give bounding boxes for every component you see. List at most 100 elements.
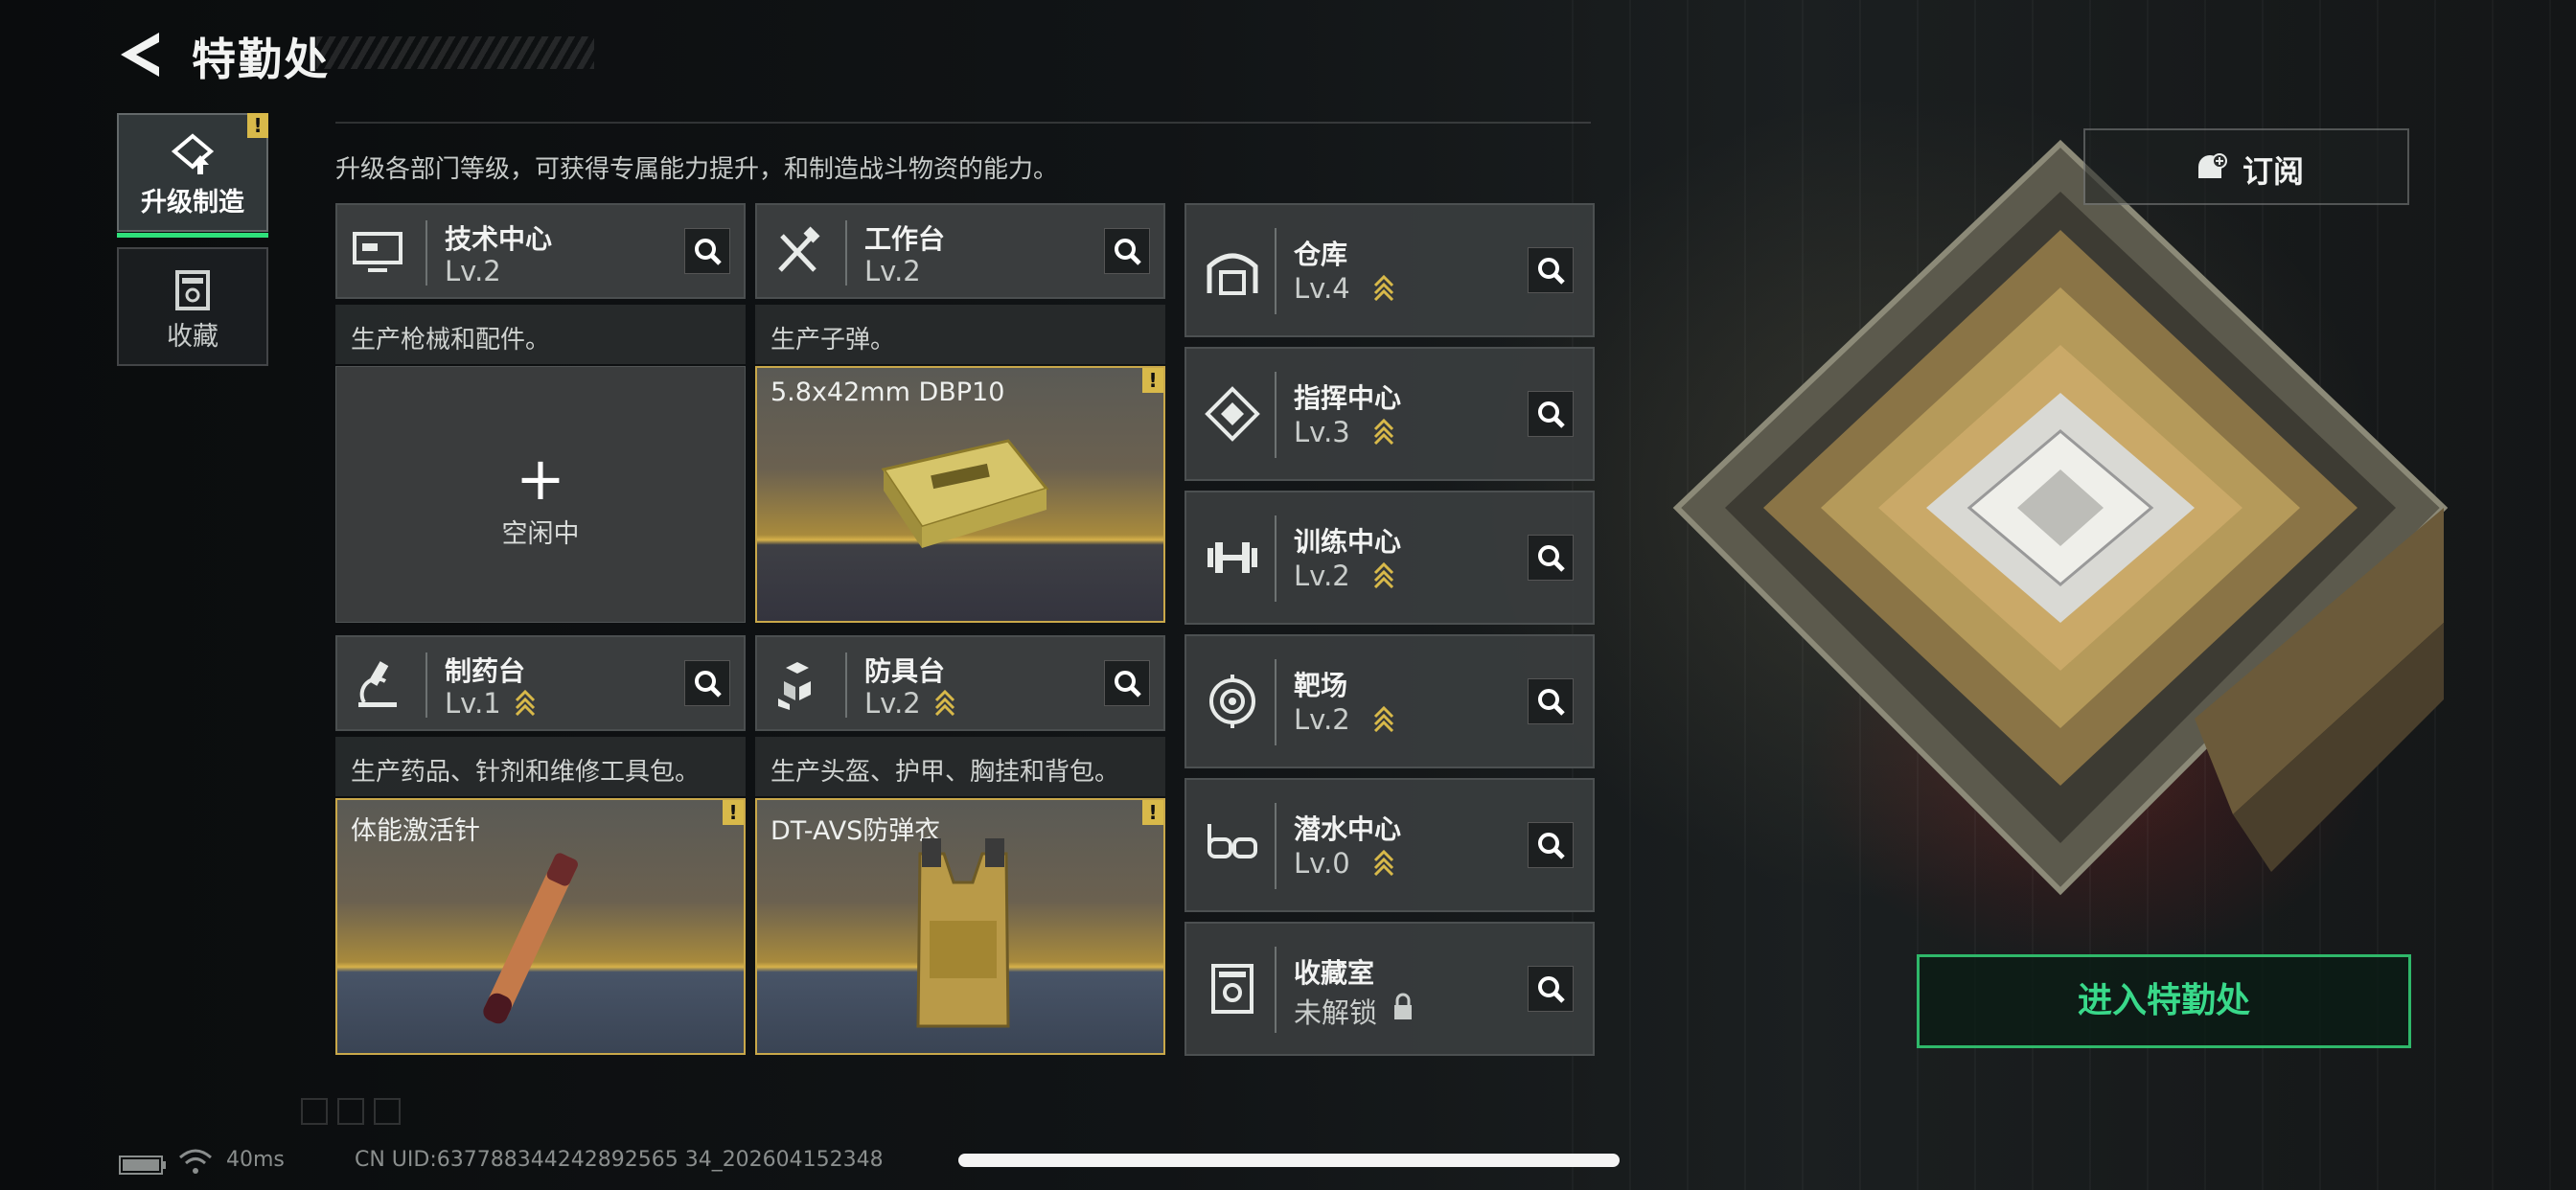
workshop-name: 制药台 [445,655,526,687]
cubes-icon [778,662,811,710]
subscribe-bell-icon [2198,153,2227,178]
facility-level: Lv.0 [1294,847,1350,880]
workshop-level: Lv.2 [445,255,501,287]
add-icon: + [516,444,565,514]
alert-badge: ! [723,800,744,825]
inspect-button[interactable] [1528,678,1574,724]
workshop-level: Lv.2 [864,255,921,287]
title-decoration [316,36,594,69]
inspect-button[interactable] [684,660,730,706]
divider [426,652,427,718]
workshop-level: Lv.1 [445,687,501,720]
user-id: CN UID:637788344242892565 34_20260415234… [355,1148,884,1172]
workshop-description: 生产头盔、护甲、胸挂和背包。 [755,737,1165,796]
craft-slot-active[interactable]: 体能激活针 ! [335,798,746,1055]
workshop-pharmacy[interactable]: 制药台 Lv.1 [335,635,746,731]
search-icon [1115,671,1141,698]
computer-icon [353,232,402,272]
wifi-icon [179,1149,212,1174]
inspect-button[interactable] [1528,822,1574,868]
facility-name: 训练中心 [1294,526,1402,558]
divider [426,220,427,286]
page-description: 升级各部门等级，可获得专属能力提升，和制造战斗物资的能力。 [335,155,1059,184]
divider [1275,947,1276,1033]
facility-level: Lv.3 [1294,416,1350,448]
search-icon [1538,833,1565,859]
search-icon [1538,976,1565,1003]
facility-command-center[interactable]: 指挥中心 Lv.3 [1184,347,1595,481]
facility-name: 收藏室 [1294,957,1375,989]
ping-readout: 40ms [226,1148,285,1172]
search-icon [1538,258,1565,285]
divider [1275,372,1276,458]
alert-badge: ! [247,113,268,138]
target-icon [1209,675,1255,728]
search-icon [1538,689,1565,716]
home-indicator[interactable] [958,1154,1620,1167]
upgrade-chevron-icon [1373,274,1394,301]
page-title: 特勤处 [192,34,330,85]
enter-special-ops-button[interactable]: 进入特勤处 [1917,954,2411,1048]
divider [1275,228,1276,314]
back-arrow-icon [121,33,159,77]
facility-name: 指挥中心 [1294,382,1402,414]
divider [335,122,1591,124]
search-icon [695,671,722,698]
divider [1275,803,1276,889]
workshop-name: 技术中心 [445,223,553,255]
battery-icon [119,1156,166,1175]
crafting-item-name: 体能激活针 [351,816,480,846]
workshop-description: 生产枪械和配件。 [335,305,746,364]
subscribe-button[interactable]: 订阅 [2083,128,2409,205]
facility-shooting-range[interactable]: 靶场 Lv.2 [1184,634,1595,768]
craft-slot-active[interactable]: 5.8x42mm DBP10 ! [755,366,1165,623]
diving-mask-icon [1208,824,1257,858]
divider [1275,515,1276,602]
tab-upgrade-craft[interactable]: 升级制造 ! [117,113,268,238]
inspect-button[interactable] [684,228,730,274]
workshop-description: 生产药品、针剂和维修工具包。 [335,737,746,796]
craft-slot-active[interactable]: DT-AVS防弹衣 ! [755,798,1165,1055]
lock-icon [1394,993,1412,1019]
back-button[interactable] [113,29,171,80]
upgrade-chevron-icon [1373,418,1394,445]
facility-status: 未解锁 [1294,996,1378,1029]
upgrade-chevron-icon [515,689,536,716]
workshop-workbench[interactable]: 工作台 Lv.2 [755,203,1165,299]
workshop-armor-bench[interactable]: 防具台 Lv.2 [755,635,1165,731]
upgrade-chevron-icon [1373,561,1394,588]
facility-collection-room[interactable]: 收藏室 未解锁 [1184,922,1595,1056]
facility-warehouse[interactable]: 仓库 Lv.4 [1184,203,1595,337]
search-icon [1538,545,1565,572]
inspect-button[interactable] [1528,966,1574,1012]
facility-level: Lv.2 [1294,560,1350,592]
workshop-level: Lv.2 [864,687,921,720]
search-icon [695,239,722,265]
facility-level: Lv.2 [1294,703,1350,736]
ammo-box-icon [881,439,1049,548]
alert-badge: ! [1142,368,1163,393]
inspect-button[interactable] [1104,660,1150,706]
body-armor-icon [916,838,1010,1028]
collection-box-icon [1211,964,1254,1014]
stim-injector-icon [483,853,578,1024]
divider [1275,659,1276,745]
craft-slot-idle[interactable]: + 空闲中 [335,366,746,623]
upgrade-chevron-icon [1373,849,1394,876]
facility-training-center[interactable]: 训练中心 Lv.2 [1184,491,1595,625]
workshop-description: 生产子弹。 [755,305,1165,364]
upgrade-chevron-icon [934,689,955,716]
facility-diving-center[interactable]: 潜水中心 Lv.0 [1184,778,1595,912]
workshop-tech-center[interactable]: 技术中心 Lv.2 [335,203,746,299]
facility-name: 潜水中心 [1294,813,1402,845]
microscope-icon [358,661,397,707]
workshop-name: 工作台 [864,223,946,255]
inspect-button[interactable] [1528,247,1574,293]
upgrade-chevron-icon [1373,705,1394,732]
crafting-item-name: 5.8x42mm DBP10 [770,378,1005,407]
tab-collection[interactable]: 收藏 [117,247,268,366]
workshop-name: 防具台 [864,655,946,687]
inspect-button[interactable] [1528,535,1574,581]
inspect-button[interactable] [1104,228,1150,274]
inspect-button[interactable] [1528,391,1574,437]
